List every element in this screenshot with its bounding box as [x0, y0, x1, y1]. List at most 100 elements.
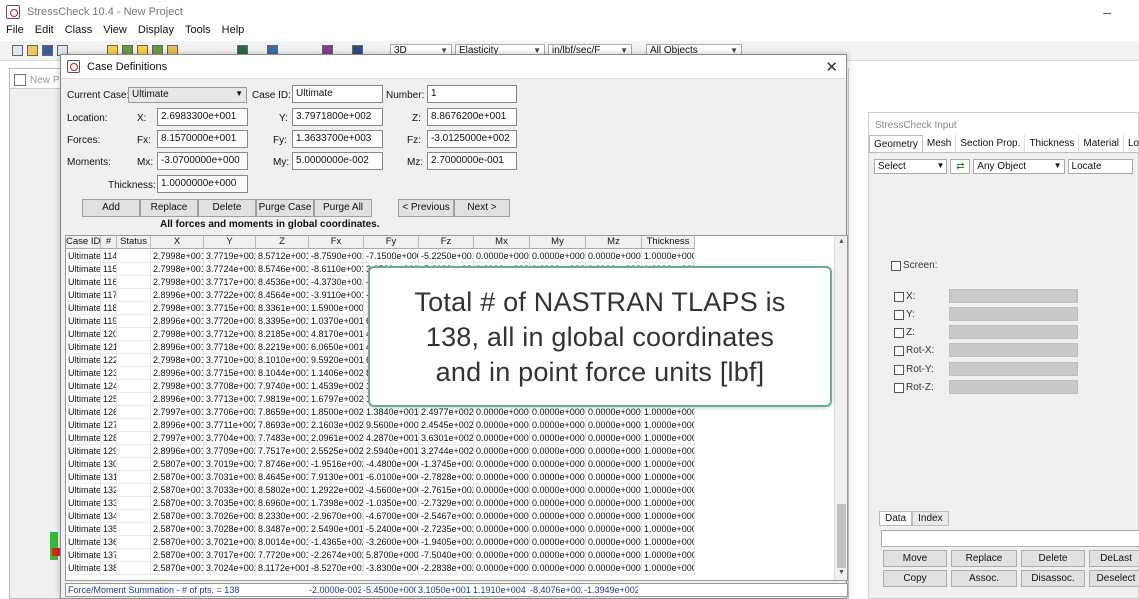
purge-all-button[interactable]: Purge All [314, 199, 372, 217]
close-icon[interactable]: ✕ [825, 58, 838, 76]
select-mode-combo[interactable]: Select ▼ [874, 159, 948, 174]
column-header[interactable]: My [530, 236, 586, 248]
location-x-field[interactable]: 2.6983300e+001 [157, 108, 248, 126]
tab-index[interactable]: Index [912, 511, 949, 526]
tab-mesh[interactable]: Mesh [923, 135, 957, 152]
purge-case-button[interactable]: Purge Case [256, 199, 314, 217]
y-checkbox[interactable]: Y: [894, 309, 915, 320]
column-header[interactable]: Y [204, 236, 256, 248]
column-header[interactable]: Mz [586, 236, 642, 248]
deselect-button[interactable]: Deselect [1089, 570, 1139, 587]
data-entry-input[interactable] [881, 530, 1139, 547]
z-value-field[interactable] [949, 325, 1078, 339]
next-button[interactable]: Next > [454, 199, 510, 217]
scroll-thumb[interactable] [837, 504, 846, 568]
y-value-field[interactable] [949, 307, 1078, 321]
table-row[interactable]: Ultimate 130 2.5807e+001 3.7019e+002 7.8746e… [66, 458, 695, 471]
thickness-field[interactable]: 1.0000000e+000 [157, 175, 248, 193]
column-header[interactable]: Fz [419, 236, 474, 248]
replace-button[interactable]: Replace [951, 550, 1017, 567]
locate-combo[interactable]: Locate [1067, 159, 1133, 174]
table-cell: 0.0000e+000 [474, 406, 530, 419]
chevron-down-icon: ▼ [936, 161, 945, 170]
copy-button[interactable]: Copy [883, 570, 947, 587]
number-field[interactable]: 1 [427, 85, 517, 103]
moment-mz-field[interactable]: 2.7000000e-001 [427, 152, 517, 170]
force-fy-field[interactable]: 1.3633700e+003 [292, 130, 383, 148]
rot-y-checkbox[interactable]: Rot-Y: [894, 364, 934, 375]
force-fz-field[interactable]: -3.0125000e+002 [427, 130, 517, 148]
table-row[interactable]: Ultimate 126 2.7997e+001 3.7706e+002 7.8659e… [66, 406, 695, 419]
screen-checkbox[interactable]: Screen: [891, 260, 937, 271]
column-header[interactable]: # [101, 236, 117, 248]
table-row[interactable]: Ultimate 131 2.5870e+001 3.7031e+002 8.4645e… [66, 471, 695, 484]
delete-button[interactable]: Delete [1021, 550, 1085, 567]
current-case-select[interactable]: Ultimate ▼ [128, 87, 247, 103]
menu-tools[interactable]: Tools [185, 24, 211, 40]
replace-case-button[interactable]: Replace [140, 199, 198, 217]
add-button[interactable]: Add [82, 199, 140, 217]
scroll-down-icon[interactable]: ▼ [838, 569, 845, 576]
tab-material[interactable]: Material [1079, 135, 1124, 152]
column-header[interactable]: Fy [364, 236, 419, 248]
column-header[interactable]: Fx [309, 236, 364, 248]
rot-z-checkbox[interactable]: Rot-Z: [894, 382, 934, 393]
scroll-up-icon[interactable]: ▲ [838, 238, 845, 245]
table-row[interactable]: Ultimate 127 2.8996e+001 3.7711e+002 7.8693e… [66, 419, 695, 432]
column-header[interactable]: Thickness [642, 236, 695, 248]
tab-geometry[interactable]: Geometry [869, 135, 923, 152]
link-arrows-icon[interactable]: ⇄ [950, 159, 971, 174]
menu-edit[interactable]: Edit [35, 24, 54, 40]
x-checkbox[interactable]: X: [894, 291, 915, 302]
menu-help[interactable]: Help [222, 24, 245, 40]
delete-case-button[interactable]: Delete [198, 199, 256, 217]
table-scrollbar[interactable]: ▲ ▼ [834, 236, 847, 580]
column-header[interactable]: X [151, 236, 204, 248]
tab-load[interactable]: Load [1124, 135, 1139, 152]
new-file-icon[interactable] [12, 45, 23, 56]
column-header[interactable]: Mx [474, 236, 530, 248]
menu-class[interactable]: Class [65, 24, 93, 40]
previous-button[interactable]: < Previous [398, 199, 454, 217]
associate-button[interactable]: Assoc. [951, 570, 1017, 587]
rot-x-checkbox[interactable]: Rot-X: [894, 345, 934, 356]
moment-my-field[interactable]: 5.0000000e-002 [292, 152, 383, 170]
table-row[interactable]: Ultimate 135 2.5870e+001 3.7028e+002 8.3487e… [66, 523, 695, 536]
column-header[interactable]: Z [256, 236, 309, 248]
rot-x-value-field[interactable] [949, 343, 1078, 357]
column-header[interactable]: Status [117, 236, 151, 248]
case-id-field[interactable]: Ultimate [292, 85, 383, 103]
table-row[interactable]: Ultimate 134 2.5870e+001 3.7026e+002 8.2330e… [66, 510, 695, 523]
location-y-field[interactable]: 3.7971800e+002 [292, 108, 383, 126]
table-row[interactable]: Ultimate 132 2.5870e+001 3.7033e+002 8.5802e… [66, 484, 695, 497]
menu-display[interactable]: Display [138, 24, 174, 40]
z-checkbox[interactable]: Z: [894, 327, 915, 338]
location-z-field[interactable]: 8.8676200e+001 [427, 108, 517, 126]
table-row[interactable]: Ultimate 137 2.5870e+001 3.7017e+002 7.7720e… [66, 549, 695, 562]
tab-thickness[interactable]: Thickness [1025, 135, 1080, 152]
table-row[interactable]: Ultimate 133 2.5870e+001 3.7035e+002 8.6960e… [66, 497, 695, 510]
save-icon[interactable] [42, 45, 53, 56]
disassociate-button[interactable]: Disassoc. [1021, 570, 1085, 587]
table-row[interactable]: Ultimate 114 2.7998e+001 3.7719e+002 8.5712e… [66, 250, 695, 263]
delete-last-button[interactable]: DeLast [1089, 550, 1139, 567]
open-folder-icon[interactable] [27, 45, 38, 56]
column-header[interactable]: Case ID [66, 236, 101, 248]
table-row[interactable]: Ultimate 136 2.5870e+001 3.7021e+002 8.0014e… [66, 536, 695, 549]
rot-y-value-field[interactable] [949, 362, 1078, 376]
menu-view[interactable]: View [103, 24, 127, 40]
x-value-field[interactable] [949, 289, 1078, 303]
object-type-combo[interactable]: Any Object ▼ [973, 159, 1065, 174]
minimize-icon[interactable]: – [1103, 4, 1111, 20]
table-row[interactable]: Ultimate 129 2.8996e+001 3.7709e+002 7.7517e… [66, 445, 695, 458]
table-row[interactable]: Ultimate 128 2.7997e+001 3.7704e+002 7.7483e… [66, 432, 695, 445]
force-fx-field[interactable]: 8.1570000e+001 [157, 130, 248, 148]
table-row[interactable]: Ultimate 138 2.5870e+001 3.7024e+002 8.1172e… [66, 562, 695, 575]
tab-data[interactable]: Data [879, 511, 913, 526]
tab-section-prop[interactable]: Section Prop. [956, 135, 1026, 152]
table-cell: 3.7712e+002 [204, 328, 256, 341]
menu-file[interactable]: File [6, 24, 24, 40]
rot-z-value-field[interactable] [949, 380, 1078, 394]
moment-mx-field[interactable]: -3.0700000e+000 [157, 152, 248, 170]
move-button[interactable]: Move [883, 550, 947, 567]
